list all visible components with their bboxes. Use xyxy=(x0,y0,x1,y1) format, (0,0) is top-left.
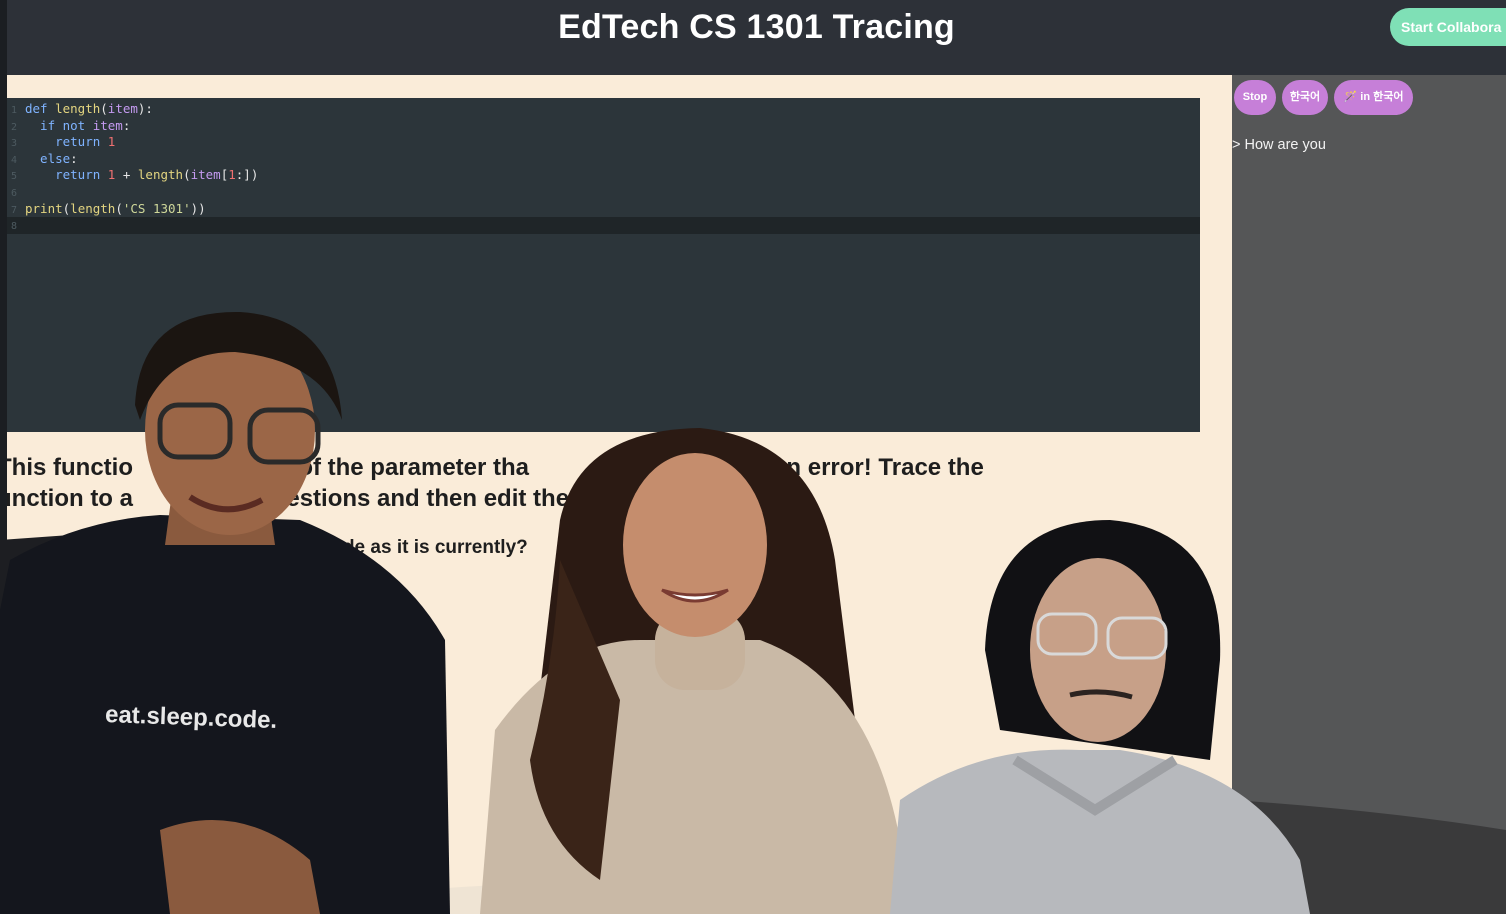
code-line[interactable]: 5 return 1 + length(item[1:]) xyxy=(7,167,1200,184)
code-text: return 1 + length(item[1:]) xyxy=(24,167,258,184)
code-token: if not xyxy=(25,117,93,133)
code-token: length xyxy=(55,101,101,116)
code-token: 1 xyxy=(107,134,116,150)
code-token: item xyxy=(107,101,138,116)
chat-message: > How are you xyxy=(1232,137,1326,153)
page-title: EdTech CS 1301 Tracing xyxy=(558,8,955,46)
code-token: return xyxy=(25,134,108,150)
window-edge xyxy=(0,0,7,914)
code-token: : xyxy=(122,117,131,133)
code-token: : xyxy=(70,150,78,166)
code-line[interactable]: 4 else: xyxy=(7,151,1200,168)
line-number: 8 xyxy=(11,221,18,233)
code-text: print(length('CS 1301')) xyxy=(24,201,206,218)
code-token: + xyxy=(115,167,138,183)
prompt-line-1: This functio ngth of the parameter tha i… xyxy=(7,454,984,481)
code-token: return xyxy=(25,167,108,183)
question-text: the code as it is currently? xyxy=(287,537,528,558)
stop-button[interactable]: Stop xyxy=(1234,80,1276,115)
code-token: 'CS 1301' xyxy=(122,200,191,216)
start-collaboration-button[interactable]: Start Collabora xyxy=(1390,8,1506,46)
code-line[interactable]: 6 xyxy=(7,184,1200,201)
code-text: def length(item): xyxy=(24,101,153,118)
main-panel: 1 def length(item): 2 if not item: 3 return… xyxy=(7,75,1232,914)
problem-prompt: This functio ngth of the parameter tha i… xyxy=(7,452,1212,514)
code-line[interactable]: 1 def length(item): xyxy=(7,101,1200,118)
code-token: ( xyxy=(183,167,191,183)
code-token: else xyxy=(25,150,71,166)
code-line[interactable]: 3 return 1 xyxy=(7,134,1200,151)
code-token: item xyxy=(92,117,123,133)
code-token: print xyxy=(25,200,63,216)
code-token: def xyxy=(25,101,56,116)
code-token: )) xyxy=(190,200,206,216)
code-line[interactable]: 7 print(length('CS 1301')) xyxy=(7,201,1200,218)
app-window: EdTech CS 1301 Tracing Start Collabora 1… xyxy=(0,0,1506,914)
code-line[interactable]: 2 if not item: xyxy=(7,118,1200,135)
code-token: ): xyxy=(137,101,153,116)
code-text: if not item: xyxy=(24,118,130,135)
code-token: :]) xyxy=(235,167,259,183)
code-text: return 1 xyxy=(24,134,115,151)
code-token: item xyxy=(190,167,221,183)
prompt-line-2: unction to a estions and then edit the xyxy=(7,485,570,512)
translate-korean-button[interactable]: 🪄 in 한국어 xyxy=(1334,80,1413,115)
code-token: length xyxy=(70,200,116,216)
code-token: length xyxy=(137,167,184,183)
code-token: 1 xyxy=(228,167,236,183)
korean-language-button[interactable]: 한국어 xyxy=(1282,80,1328,115)
code-editor[interactable]: 1 def length(item): 2 if not item: 3 return… xyxy=(7,98,1200,432)
code-line[interactable]: 8 xyxy=(7,217,1200,234)
chat-sidebar: Stop 한국어 🪄 in 한국어 > How are you xyxy=(1232,75,1506,914)
top-bar: EdTech CS 1301 Tracing xyxy=(7,0,1506,75)
code-token: ( xyxy=(115,200,123,216)
code-token: ( xyxy=(100,101,108,116)
code-text: else: xyxy=(24,151,78,168)
